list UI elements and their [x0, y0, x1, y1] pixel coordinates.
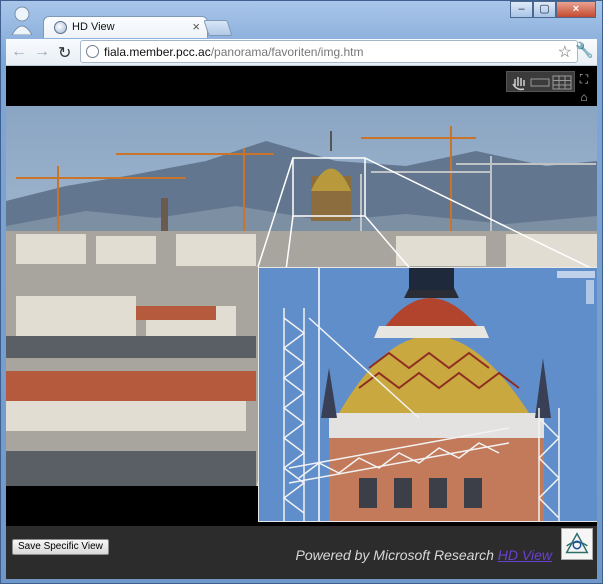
minimize-button[interactable]: – [510, 1, 533, 18]
panorama-icon[interactable] [530, 78, 550, 87]
forward-button[interactable]: → [34, 43, 50, 61]
close-button[interactable]: × [556, 1, 596, 18]
profile-avatar-icon[interactable] [10, 5, 34, 35]
browser-window: HD View × – ▢ × ← → ↻ fiala.member.pcc.a… [0, 0, 603, 584]
page-icon [86, 45, 99, 58]
powered-by-text: Powered by Microsoft Research HD View [295, 547, 552, 563]
title-bar: HD View × – ▢ × [1, 1, 602, 41]
tab-close-button[interactable]: × [192, 19, 200, 34]
reload-button[interactable]: ↻ [58, 43, 71, 63]
zoom-inset-view[interactable] [258, 267, 597, 522]
browser-toolbar: ← → ↻ fiala.member.pcc.ac/panorama/favor… [6, 39, 597, 66]
hd-view-link[interactable]: HD View [498, 547, 552, 563]
tab-hd-view[interactable]: HD View × [43, 16, 208, 38]
globe-icon [54, 21, 67, 34]
back-button[interactable]: ← [11, 43, 27, 61]
maximize-button[interactable]: ▢ [533, 1, 556, 18]
tab-title: HD View [72, 21, 115, 33]
hd-view-viewer[interactable]: ⛶ ⌂ + − [6, 66, 597, 526]
home-icon[interactable]: ⌂ [576, 89, 592, 105]
bookmark-star-icon[interactable]: ☆ [558, 42, 572, 62]
grid-icon[interactable] [552, 75, 572, 90]
window-controls: – ▢ × [510, 1, 596, 18]
powered-by-label: Powered by Microsoft Research [295, 547, 494, 563]
wrench-menu-icon[interactable]: 🔧 [575, 41, 594, 59]
microsoft-research-logo-icon [561, 528, 593, 560]
url-path: /panorama/favoriten/img.htm [210, 45, 364, 59]
hand-icon[interactable] [512, 77, 525, 91]
save-specific-view-button[interactable]: Save Specific View [12, 539, 109, 555]
viewer-footer: Save Specific View Powered by Microsoft … [6, 526, 597, 579]
url-text: fiala.member.pcc.ac/panorama/favoriten/i… [104, 45, 363, 59]
full-screen-icon[interactable]: ⛶ [576, 71, 592, 87]
view-mode-toolbar [506, 71, 575, 92]
address-bar[interactable]: fiala.member.pcc.ac/panorama/favoriten/i… [80, 40, 578, 63]
url-host: fiala.member.pcc.ac [104, 45, 211, 59]
new-tab-button[interactable] [203, 20, 233, 36]
